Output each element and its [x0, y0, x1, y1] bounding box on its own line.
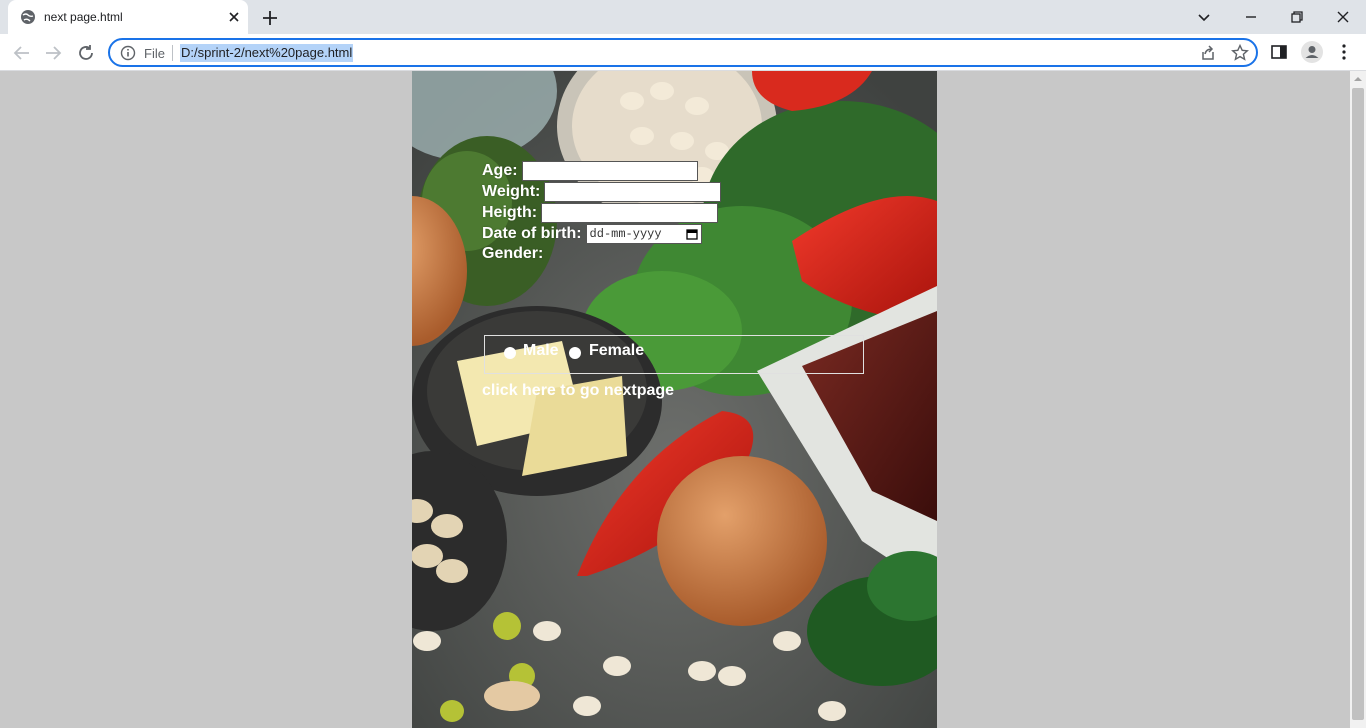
- tab-title: next page.html: [44, 10, 123, 24]
- reload-icon[interactable]: [75, 42, 97, 64]
- next-page-link[interactable]: click here to go nextpage: [482, 382, 674, 400]
- restore-icon[interactable]: [1285, 5, 1309, 29]
- gender-label: Gender:: [482, 245, 544, 262]
- side-panel-icon[interactable]: [1269, 42, 1289, 62]
- scheme-label: File: [144, 46, 165, 61]
- vertical-scrollbar[interactable]: [1350, 71, 1366, 728]
- dob-row: Date of birth: dd-mm-yyyy: [482, 224, 702, 244]
- kebab-menu-icon[interactable]: [1334, 42, 1354, 62]
- page-viewport: Age: Weight: Heigth: Date of birth: dd-mm…: [0, 71, 1350, 728]
- chevron-down-icon[interactable]: [1192, 5, 1216, 29]
- close-window-icon[interactable]: [1331, 5, 1355, 29]
- calendar-icon[interactable]: [685, 228, 698, 240]
- male-label[interactable]: Male: [523, 342, 559, 360]
- height-row: Heigth:: [482, 203, 719, 223]
- title-bar: next page.html: [0, 0, 1366, 34]
- female-radio[interactable]: [569, 347, 581, 359]
- dob-label: Date of birth:: [482, 225, 582, 242]
- scrollbar-thumb[interactable]: [1352, 88, 1364, 720]
- scroll-up-arrow-icon[interactable]: [1354, 75, 1362, 83]
- age-row: Age:: [482, 161, 698, 181]
- height-label: Heigth:: [482, 204, 538, 221]
- age-label: Age:: [482, 162, 518, 179]
- male-radio[interactable]: [504, 347, 516, 359]
- weight-label: Weight:: [482, 183, 541, 200]
- profile-avatar-icon[interactable]: [1300, 40, 1324, 64]
- share-icon[interactable]: [1198, 43, 1218, 63]
- height-input[interactable]: [541, 203, 719, 223]
- female-label[interactable]: Female: [589, 342, 644, 360]
- age-input[interactable]: [521, 161, 698, 181]
- dob-placeholder: dd-mm-yyyy: [589, 227, 662, 241]
- back-arrow-icon[interactable]: [11, 42, 33, 64]
- new-tab-icon[interactable]: [260, 8, 280, 28]
- omnibox-divider: [172, 45, 173, 61]
- gender-row: Gender:: [482, 244, 543, 264]
- weight-input[interactable]: [544, 182, 722, 202]
- tab-next-page[interactable]: next page.html: [8, 0, 248, 34]
- globe-icon: [21, 10, 35, 24]
- info-icon[interactable]: [120, 45, 136, 61]
- browser-toolbar: File D:/sprint-2/next%20page.html: [0, 34, 1366, 71]
- address-bar[interactable]: File D:/sprint-2/next%20page.html: [108, 38, 1258, 67]
- forward-arrow-icon[interactable]: [42, 42, 64, 64]
- url-text[interactable]: D:/sprint-2/next%20page.html: [180, 44, 354, 62]
- close-tab-icon[interactable]: [226, 9, 242, 25]
- dob-date-input[interactable]: dd-mm-yyyy: [585, 224, 702, 244]
- gender-fieldset: Male Female: [484, 335, 864, 374]
- bookmark-star-icon[interactable]: [1230, 43, 1250, 63]
- weight-row: Weight:: [482, 182, 722, 202]
- minimize-icon[interactable]: [1239, 5, 1263, 29]
